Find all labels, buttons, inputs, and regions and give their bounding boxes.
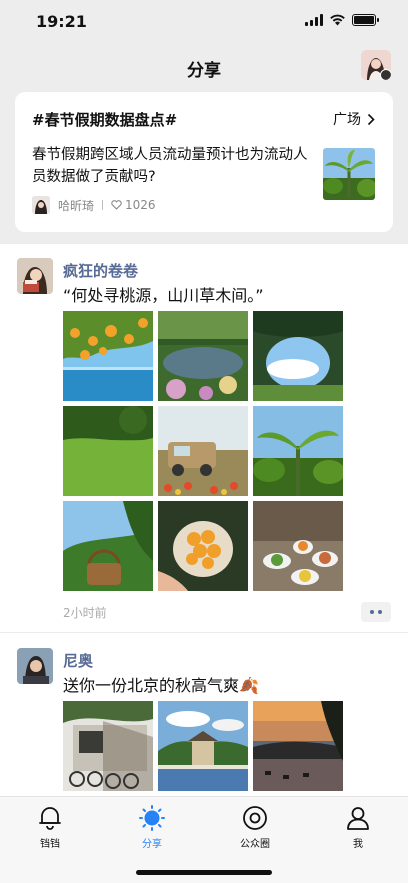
status-time: 19:21 (36, 12, 87, 31)
fruit-basket-image (63, 501, 153, 591)
garden-pond-image (158, 311, 248, 401)
status-bar: 19:21 (0, 0, 408, 44)
post-author-name[interactable]: 尼奥 (63, 650, 93, 671)
square-link-label: 广场 (333, 112, 361, 128)
post-author-avatar[interactable] (17, 258, 53, 294)
post-author-name[interactable]: 疯狂的卷卷 (63, 260, 138, 281)
apricots-bowl-image (158, 501, 248, 591)
table-dishes-image (253, 501, 343, 591)
green-field-image (63, 406, 153, 496)
status-icons (305, 14, 379, 26)
post-image[interactable] (158, 501, 248, 591)
person-icon (347, 807, 369, 830)
post-image[interactable] (158, 406, 248, 496)
bell-icon (39, 807, 61, 830)
meta-divider (102, 200, 104, 210)
topic-thumbnail[interactable] (323, 148, 375, 200)
post-author-avatar[interactable] (17, 648, 53, 684)
post-image[interactable] (63, 406, 153, 496)
vintage-truck-image (158, 406, 248, 496)
tab-share[interactable]: 分享 (117, 805, 187, 850)
chevron-right-icon (367, 113, 375, 125)
orange-tree-sea-image (63, 311, 153, 401)
tab-label: 分享 (142, 839, 162, 850)
topic-title: #春节假期数据盘点# (32, 111, 178, 129)
topic-card[interactable]: #春节假期数据盘点# 广场 春节假期跨区域人员流动量预计也为流动人员数据做了贡献… (15, 92, 393, 232)
topic-likes: 1026 (125, 198, 156, 212)
tab-me[interactable]: 我 (323, 805, 393, 850)
feed[interactable]: 疯狂的卷卷 “何处寻桃源，山川草木间。” 2小时前 尼奥 送你一份北京的秋高气爽… (0, 244, 408, 804)
sun-icon (139, 805, 165, 831)
nav-bar: 分享 (0, 44, 408, 90)
square-link[interactable]: 广场 (333, 109, 375, 129)
sunset-lake-image (253, 701, 343, 791)
profile-avatar-button[interactable] (361, 50, 391, 80)
heart-icon (111, 200, 122, 210)
camera-icon (380, 69, 391, 80)
cave-sky-image (253, 311, 343, 401)
post-image[interactable] (253, 501, 343, 591)
post-text: “何处寻桃源，山川草木间。” (63, 286, 264, 305)
post-image[interactable] (253, 311, 343, 401)
tab-public-circle[interactable]: 公众圈 (220, 805, 290, 850)
post-image-grid (63, 311, 343, 591)
circle-icon (243, 806, 267, 830)
lake-pavilion-image (158, 701, 248, 791)
banana-plants-image (253, 406, 343, 496)
post-image[interactable] (63, 701, 153, 791)
post-text: 送你一份北京的秋高气爽🍂 (63, 676, 259, 695)
tab-label: 铛铛 (40, 839, 60, 850)
more-options-button[interactable] (361, 602, 391, 622)
post-image-grid (63, 701, 343, 791)
battery-icon (352, 14, 379, 26)
topic-meta: 哈昕琦 1026 (32, 196, 156, 214)
post-timestamp: 2小时前 (63, 606, 107, 620)
post-image[interactable] (158, 701, 248, 791)
home-indicator (136, 870, 272, 875)
tab-label: 我 (353, 839, 363, 850)
author-avatar (32, 196, 50, 214)
page-title: 分享 (187, 61, 221, 81)
post-image[interactable] (253, 701, 343, 791)
wifi-icon (330, 14, 345, 26)
courtyard-bicycles-image (63, 701, 153, 791)
tab-label: 公众圈 (240, 839, 270, 850)
post-divider (0, 632, 408, 633)
banana-plants-image (323, 148, 375, 200)
topic-text: 春节假期跨区域人员流动量预计也为流动人员数据做了贡献吗? (32, 147, 308, 185)
post-image[interactable] (253, 406, 343, 496)
signal-icon (305, 14, 323, 26)
post-image[interactable] (158, 311, 248, 401)
tab-dangdang[interactable]: 铛铛 (15, 805, 85, 850)
post-image[interactable] (63, 501, 153, 591)
topic-author: 哈昕琦 (58, 198, 95, 213)
post-image[interactable] (63, 311, 153, 401)
